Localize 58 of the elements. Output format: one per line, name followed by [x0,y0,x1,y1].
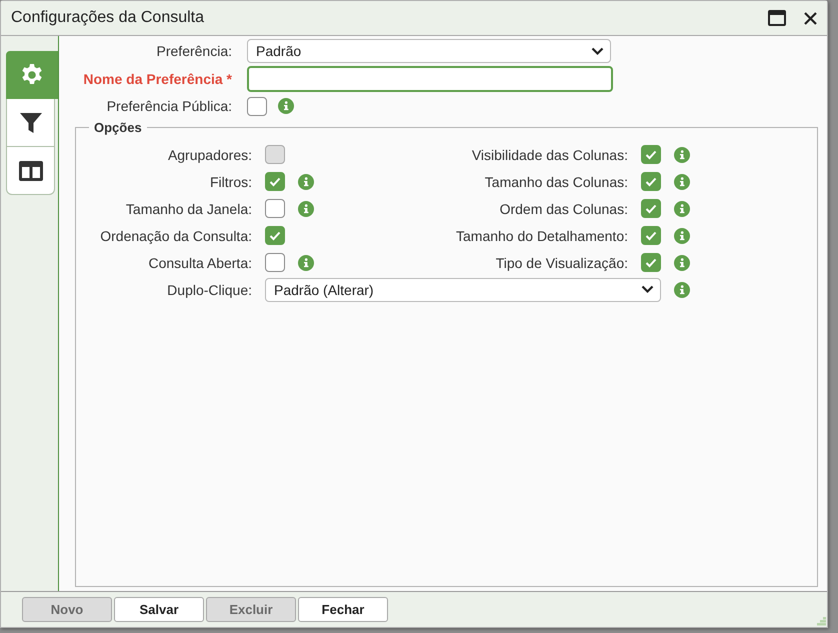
resize-grip-icon[interactable] [816,616,826,626]
options-legend: Opções [89,120,147,135]
check-icon [645,150,657,160]
check-icon [269,230,281,240]
checkbox[interactable] [247,96,267,116]
check-icon [645,258,657,268]
info-icon[interactable] [674,174,690,190]
checkbox[interactable] [265,172,285,191]
option-label: Tamanho das Colunas: [484,174,628,190]
info-icon[interactable] [298,254,314,270]
chevron-down-icon [641,285,654,294]
footer-button[interactable]: Fechar [298,597,388,622]
gear-icon [20,63,44,87]
check-icon [645,230,657,240]
sidebar-tab[interactable] [6,147,55,195]
sidebar-tab[interactable] [6,99,55,147]
option-label: Tipo de Visualização: [494,254,628,270]
field-label: Preferência: [156,43,232,59]
option-label: Duplo-Clique: [166,282,252,298]
option-label: Tamanho do Detalhamento: [455,228,628,244]
window-title: Configurações da Consulta [11,9,206,27]
funnel-icon [18,110,42,134]
info-icon[interactable] [298,200,314,216]
option-label: Consulta Aberta: [147,254,252,270]
checkbox[interactable] [641,172,661,191]
columns-icon [18,160,42,182]
close-icon[interactable] [804,12,817,24]
info-icon[interactable] [674,146,690,162]
check-icon [645,204,657,214]
option-label: Agrupadores: [166,146,252,162]
info-icon[interactable] [674,254,690,270]
option-label: Tamanho da Janela: [124,200,252,216]
checkbox[interactable] [641,226,661,245]
option-label: Ordem das Colunas: [498,200,628,216]
check-icon [269,176,281,186]
checkbox[interactable] [265,226,285,245]
checkbox[interactable] [641,145,661,164]
checkbox[interactable] [265,253,285,272]
preference-select[interactable]: Padrão [247,39,611,63]
check-icon [645,176,657,186]
info-icon[interactable] [674,282,690,298]
checkbox[interactable] [641,253,661,272]
checkbox[interactable] [641,199,661,218]
double-click-select[interactable]: Padrão (Alterar) [265,278,661,302]
name-field[interactable] [247,66,613,92]
chevron-down-icon [591,46,604,56]
option-label: Visibilidade das Colunas: [470,146,628,162]
option-label: Ordenação da Consulta: [99,228,252,244]
info-icon[interactable] [278,98,294,114]
footer-button[interactable]: Salvar [114,597,204,622]
info-icon[interactable] [298,174,314,190]
field-label: Nome da Preferência * [82,71,232,87]
checkbox[interactable] [265,199,285,218]
maximize-icon[interactable] [768,10,786,26]
info-icon[interactable] [674,228,690,244]
field-label: Preferência Pública: [106,98,232,114]
option-label: Filtros: [209,174,252,190]
info-icon[interactable] [674,200,690,216]
